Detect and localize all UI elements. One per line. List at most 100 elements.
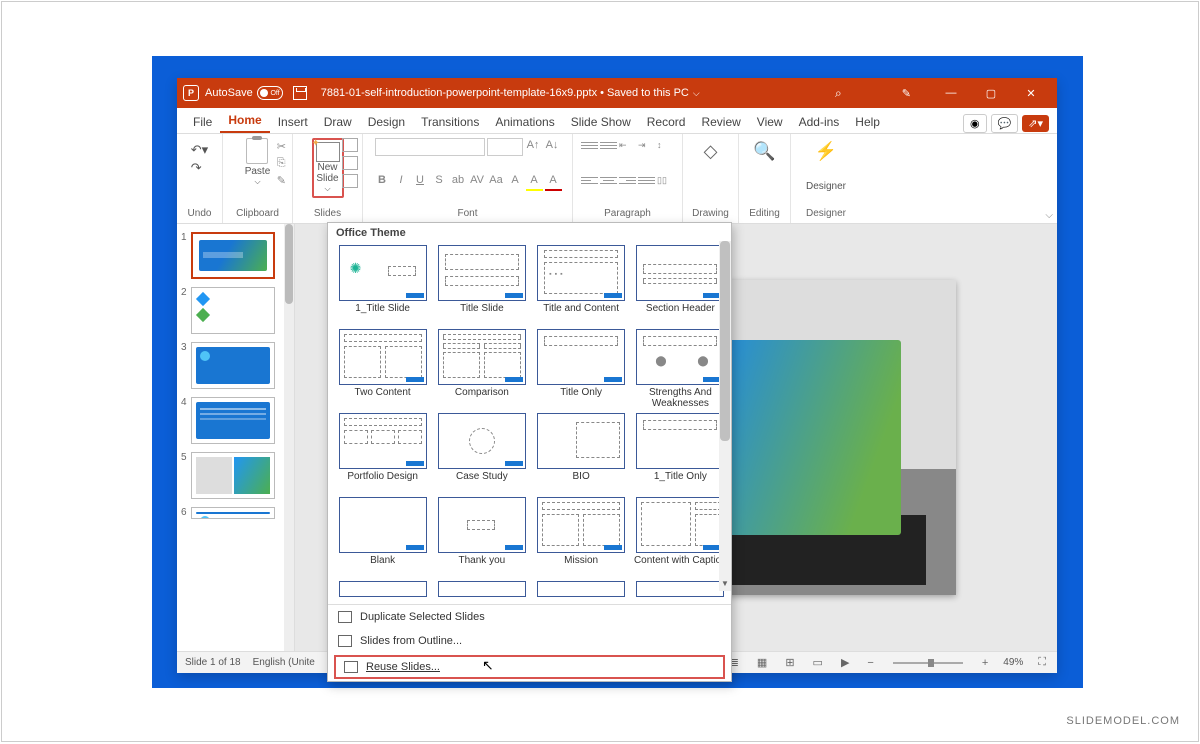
strike-button[interactable]: S <box>431 174 448 191</box>
layout-icon[interactable] <box>342 138 358 152</box>
tab-animations[interactable]: Animations <box>487 111 562 133</box>
slideshow-view-icon[interactable]: ▶ <box>838 656 852 669</box>
redo-button[interactable]: ↷ <box>191 160 208 176</box>
fit-to-window-icon[interactable]: ⛶ <box>1035 656 1049 669</box>
sorter-view-icon[interactable]: ⊞ <box>782 656 797 669</box>
tab-help[interactable]: Help <box>847 111 888 133</box>
highlight-icon[interactable]: A <box>526 174 543 191</box>
chevron-down-icon[interactable]: ⌵ <box>693 88 700 99</box>
font-family-select[interactable] <box>375 138 485 156</box>
indent-left-icon[interactable]: ⇤ <box>619 138 636 152</box>
decrease-font-icon[interactable]: A↓ <box>544 139 561 156</box>
layout-option[interactable]: Case Study <box>435 413 528 493</box>
save-icon[interactable] <box>293 86 307 100</box>
autosave-toggle[interactable]: Off <box>257 86 283 100</box>
shadow-button[interactable]: ab <box>450 174 467 191</box>
zoom-out-button[interactable]: − <box>864 657 876 669</box>
tab-file[interactable]: File <box>185 111 220 133</box>
bullets-icon[interactable] <box>581 138 598 152</box>
normal-view-icon[interactable]: ▦ <box>754 656 770 669</box>
layout-option[interactable] <box>435 581 528 599</box>
align-left-icon[interactable] <box>581 173 598 187</box>
zoom-slider[interactable] <box>893 662 963 664</box>
font-color-icon[interactable]: A <box>545 174 562 191</box>
thumb-2[interactable]: 2 <box>181 287 290 334</box>
layout-option[interactable] <box>336 581 429 599</box>
paste-button[interactable]: Paste⌵ <box>245 138 271 187</box>
underline-button[interactable]: U <box>412 174 429 191</box>
layout-option[interactable]: Title and Content <box>535 245 628 325</box>
line-spacing-icon[interactable]: ↕ <box>657 138 674 152</box>
format-painter-icon[interactable]: ✎ <box>277 174 286 187</box>
layout-option[interactable]: Title Only <box>535 329 628 409</box>
layout-option[interactable]: Strengths And Weaknesses <box>634 329 727 409</box>
layout-option[interactable]: Thank you <box>435 497 528 577</box>
layout-option[interactable]: Mission <box>535 497 628 577</box>
thumb-6[interactable]: 6 <box>181 507 290 519</box>
spacing-button[interactable]: AV <box>469 174 486 191</box>
camera-button[interactable]: ◉ <box>963 114 987 133</box>
tab-draw[interactable]: Draw <box>316 111 360 133</box>
indent-right-icon[interactable]: ⇥ <box>638 138 655 152</box>
drawing-icon[interactable]: ◇ <box>698 138 724 164</box>
tab-slideshow[interactable]: Slide Show <box>563 111 639 133</box>
layout-option[interactable]: BIO <box>535 413 628 493</box>
increase-font-icon[interactable]: A↑ <box>525 139 542 156</box>
clear-format-icon[interactable]: A <box>507 174 524 191</box>
thumb-4[interactable]: 4 <box>181 397 290 444</box>
copy-icon[interactable]: ⎘ <box>277 157 286 170</box>
tab-home[interactable]: Home <box>220 109 269 133</box>
layout-option[interactable]: Blank <box>336 497 429 577</box>
italic-button[interactable]: I <box>393 174 410 191</box>
font-size-select[interactable] <box>487 138 523 156</box>
bold-button[interactable]: B <box>374 174 391 191</box>
layout-option[interactable]: Two Content <box>336 329 429 409</box>
tab-design[interactable]: Design <box>360 111 413 133</box>
zoom-in-button[interactable]: + <box>979 657 991 669</box>
layout-option[interactable]: Comparison <box>435 329 528 409</box>
pen-icon[interactable]: ✎ <box>902 87 911 100</box>
new-slide-button[interactable]: New Slide⌵ <box>312 138 344 198</box>
language-status[interactable]: English (Unite <box>253 657 315 668</box>
layout-option[interactable]: 1_Title Slide <box>336 245 429 325</box>
layout-option[interactable] <box>535 581 628 599</box>
layout-option[interactable] <box>634 581 727 599</box>
section-icon[interactable] <box>342 174 358 188</box>
cut-icon[interactable]: ✂ <box>277 140 286 153</box>
search-icon[interactable]: ⌕ <box>835 86 842 101</box>
comments-button[interactable]: 💬 <box>991 114 1019 133</box>
case-button[interactable]: Aa <box>488 174 505 191</box>
layout-scrollbar[interactable]: ▲ ▼ <box>719 241 731 591</box>
layout-option[interactable]: Section Header <box>634 245 727 325</box>
layout-option[interactable]: 1_Title Only <box>634 413 727 493</box>
slides-from-outline-item[interactable]: Slides from Outline... <box>328 629 731 653</box>
designer-icon[interactable]: ⚡ <box>813 138 839 164</box>
reuse-slides-item[interactable]: Reuse Slides... <box>334 655 725 679</box>
numbering-icon[interactable] <box>600 138 617 152</box>
justify-icon[interactable] <box>638 173 655 187</box>
columns-icon[interactable]: ▯▯ <box>657 173 674 187</box>
layout-option[interactable]: Title Slide <box>435 245 528 325</box>
tab-review[interactable]: Review <box>693 111 748 133</box>
reading-view-icon[interactable]: ▭ <box>810 656 826 669</box>
thumbs-scrollbar[interactable] <box>284 224 294 651</box>
collapse-ribbon-icon[interactable]: ⌵ <box>1045 210 1053 221</box>
duplicate-slides-item[interactable]: Duplicate Selected Slides <box>328 605 731 629</box>
layout-option[interactable]: Portfolio Design <box>336 413 429 493</box>
reset-icon[interactable] <box>342 156 358 170</box>
align-center-icon[interactable] <box>600 173 617 187</box>
thumb-5[interactable]: 5 <box>181 452 290 499</box>
tab-addins[interactable]: Add-ins <box>791 111 848 133</box>
tab-transitions[interactable]: Transitions <box>413 111 487 133</box>
undo-button[interactable]: ↶▾ <box>191 142 208 158</box>
close-button[interactable]: ✕ <box>1011 78 1051 108</box>
thumb-1[interactable]: 1 <box>181 232 290 279</box>
find-icon[interactable]: 🔍 <box>752 138 778 164</box>
maximize-button[interactable]: ▢ <box>971 78 1011 108</box>
tab-record[interactable]: Record <box>639 111 694 133</box>
align-right-icon[interactable] <box>619 173 636 187</box>
share-button[interactable]: ⇗▾ <box>1022 115 1049 132</box>
tab-insert[interactable]: Insert <box>270 111 316 133</box>
layout-option[interactable]: Content with Caption <box>634 497 727 577</box>
thumb-3[interactable]: 3 <box>181 342 290 389</box>
